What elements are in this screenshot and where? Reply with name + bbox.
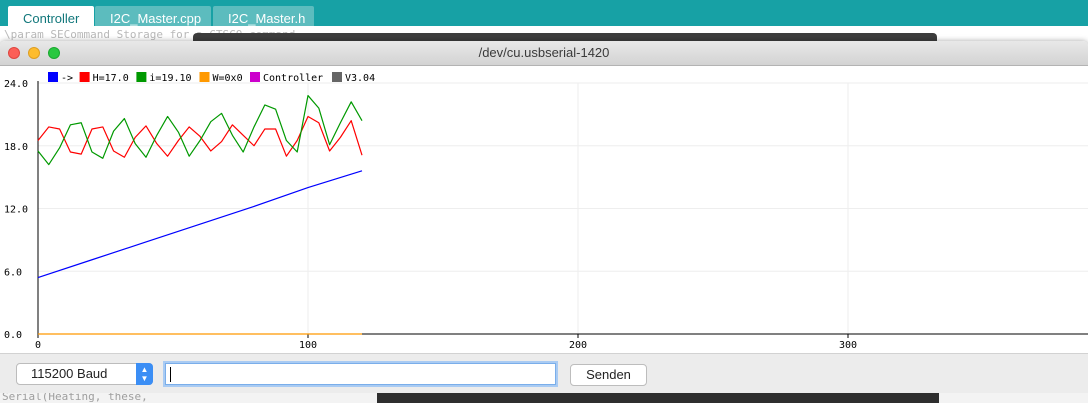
legend-swatch-5 <box>332 72 342 82</box>
legend-label-2: i=19.10 <box>149 73 191 84</box>
legend-label-3: W=0x0 <box>213 73 243 84</box>
send-input[interactable] <box>165 363 556 385</box>
plot-area: 0.0 6.0 12.0 18.0 24.0 0 100 200 300 -> H=17.0 i=… <box>4 72 1088 351</box>
window-titlebar: /dev/cu.usbserial-1420 <box>0 41 1088 66</box>
y-tick-label: 6.0 <box>4 267 22 278</box>
x-tick-label: 300 <box>839 340 857 351</box>
baud-rate-select[interactable]: 115200 Baud ▲ ▼ <box>16 363 153 385</box>
y-axis-ticks: 0.0 6.0 12.0 18.0 24.0 <box>4 79 28 341</box>
series-line-2 <box>37 94 363 166</box>
plot-legend: -> H=17.0 i=19.10 W=0x0 Controller V3.04 <box>48 72 375 84</box>
editor-ghost-text-bottom: Serial(Heating, these, <box>2 393 148 403</box>
legend-swatch-2 <box>136 72 147 82</box>
plot-grid <box>37 82 1088 335</box>
legend-label-5: V3.04 <box>345 73 375 84</box>
legend-swatch-4 <box>250 72 260 82</box>
serial-plotter-window: /dev/cu.usbserial-1420 0.0 6.0 12.0 18.0 24.… <box>0 41 1088 394</box>
x-tick-label: 0 <box>35 340 41 351</box>
x-axis-ticks: 0 100 200 300 <box>35 340 857 351</box>
plot-axes <box>37 81 1088 338</box>
x-tick-label: 200 <box>569 340 587 351</box>
series-line-0 <box>37 170 363 279</box>
y-tick-label: 24.0 <box>4 79 28 90</box>
background-window-bottom <box>377 393 939 403</box>
editor-background-bottom: Serial(Heating, these, <box>0 393 1088 403</box>
x-tick-label: 100 <box>299 340 317 351</box>
send-button[interactable]: Senden <box>570 364 647 386</box>
baud-rate-value: 115200 Baud <box>31 366 108 381</box>
y-tick-label: 12.0 <box>4 205 28 216</box>
y-tick-label: 0.0 <box>4 330 22 341</box>
window-title: /dev/cu.usbserial-1420 <box>478 45 610 60</box>
chevron-up-down-icon: ▲ ▼ <box>136 363 153 385</box>
plot-lines <box>37 94 363 335</box>
plotter-footer: 115200 Baud ▲ ▼ Senden <box>0 353 1088 394</box>
legend-label-0: -> <box>61 73 73 84</box>
text-caret <box>170 367 171 382</box>
legend-label-4: Controller <box>263 73 323 84</box>
legend-swatch-0 <box>48 72 58 82</box>
legend-swatch-3 <box>199 72 210 82</box>
legend-label-1: H=17.0 <box>93 73 129 84</box>
legend-swatch-1 <box>79 72 90 82</box>
y-tick-label: 18.0 <box>4 142 28 153</box>
